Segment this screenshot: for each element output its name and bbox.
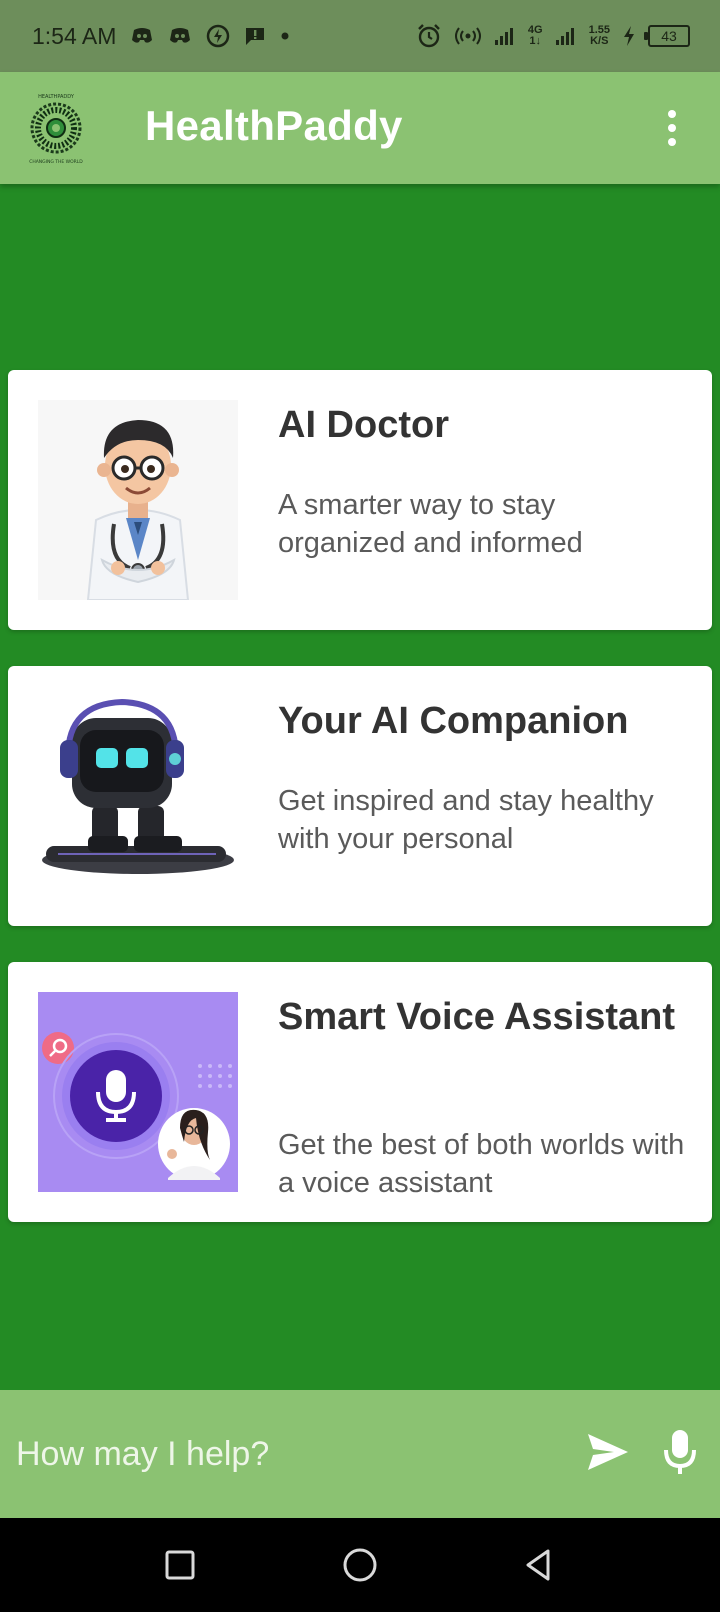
card-ai-companion[interactable]: Your AI Companion Get inspired and stay … — [8, 666, 712, 926]
hotspot-icon — [454, 25, 482, 47]
triangle-back-icon — [526, 1549, 550, 1581]
dot-icon — [280, 31, 290, 41]
system-nav-bar — [0, 1518, 720, 1612]
mic-button[interactable] — [660, 1426, 700, 1478]
network-4g-indicator: 4G 1↓ — [528, 25, 543, 47]
more-vert-icon-dot — [668, 138, 676, 146]
app-logo: HEALTHPADDY CHANGING THE WORLD — [26, 90, 86, 166]
discord-icon — [130, 26, 154, 46]
card-description: A smarter way to stay organized and info… — [278, 489, 583, 559]
chat-input[interactable] — [16, 1420, 546, 1488]
battery-indicator: 43 — [644, 25, 690, 47]
card-ai-doctor[interactable]: AI Doctor A smarter way to stay organize… — [8, 370, 712, 630]
nav-recent-button[interactable] — [160, 1545, 200, 1585]
nav-back-button[interactable] — [518, 1545, 558, 1585]
card-title: Your AI Companion — [278, 700, 629, 742]
signal-icon — [555, 26, 577, 46]
voice-assistant-image — [38, 992, 238, 1192]
status-bar: 1:54 AM 4G 1↓ 1.55 K/S 43 — [0, 0, 720, 72]
card-title: Smart Voice Assistant — [278, 996, 676, 1038]
circle-icon — [343, 1548, 377, 1582]
nav-home-button[interactable] — [340, 1545, 380, 1585]
speed-unit: K/S — [590, 35, 609, 47]
app-bar: HEALTHPADDY CHANGING THE WORLD HealthPad… — [0, 72, 720, 184]
logo-text-top: HEALTHPADDY — [38, 94, 75, 100]
app-title: HealthPaddy — [145, 102, 403, 149]
logo-text-bottom: CHANGING THE WORLD — [29, 159, 83, 165]
network-speed: 1.55 K/S — [589, 25, 610, 47]
mic-icon — [664, 1430, 696, 1474]
robot-companion-image — [38, 696, 238, 896]
card-title: AI Doctor — [278, 404, 449, 446]
signal-icon — [494, 26, 516, 46]
alert-message-icon — [244, 26, 266, 46]
square-icon — [165, 1550, 195, 1580]
discord-icon — [168, 26, 192, 46]
card-voice-assistant[interactable]: Smart Voice Assistant Get the best of bo… — [8, 962, 712, 1222]
doctor-avatar-image — [38, 400, 238, 601]
card-description: Get the best of both worlds with a voice… — [278, 1129, 685, 1199]
network-sub: 1↓ — [529, 35, 542, 47]
bolt-circle-icon — [206, 24, 230, 48]
more-vert-icon — [668, 110, 676, 118]
charging-bolt-icon — [622, 25, 636, 47]
chat-input-bar — [0, 1390, 720, 1518]
card-description: Get inspired and stay healthy with your … — [278, 785, 654, 855]
more-vert-icon-dot — [668, 124, 676, 132]
send-icon — [588, 1434, 628, 1470]
send-button[interactable] — [584, 1428, 632, 1476]
alarm-icon — [416, 23, 442, 49]
status-time: 1:54 AM — [32, 22, 117, 49]
more-options-button[interactable] — [652, 106, 692, 150]
